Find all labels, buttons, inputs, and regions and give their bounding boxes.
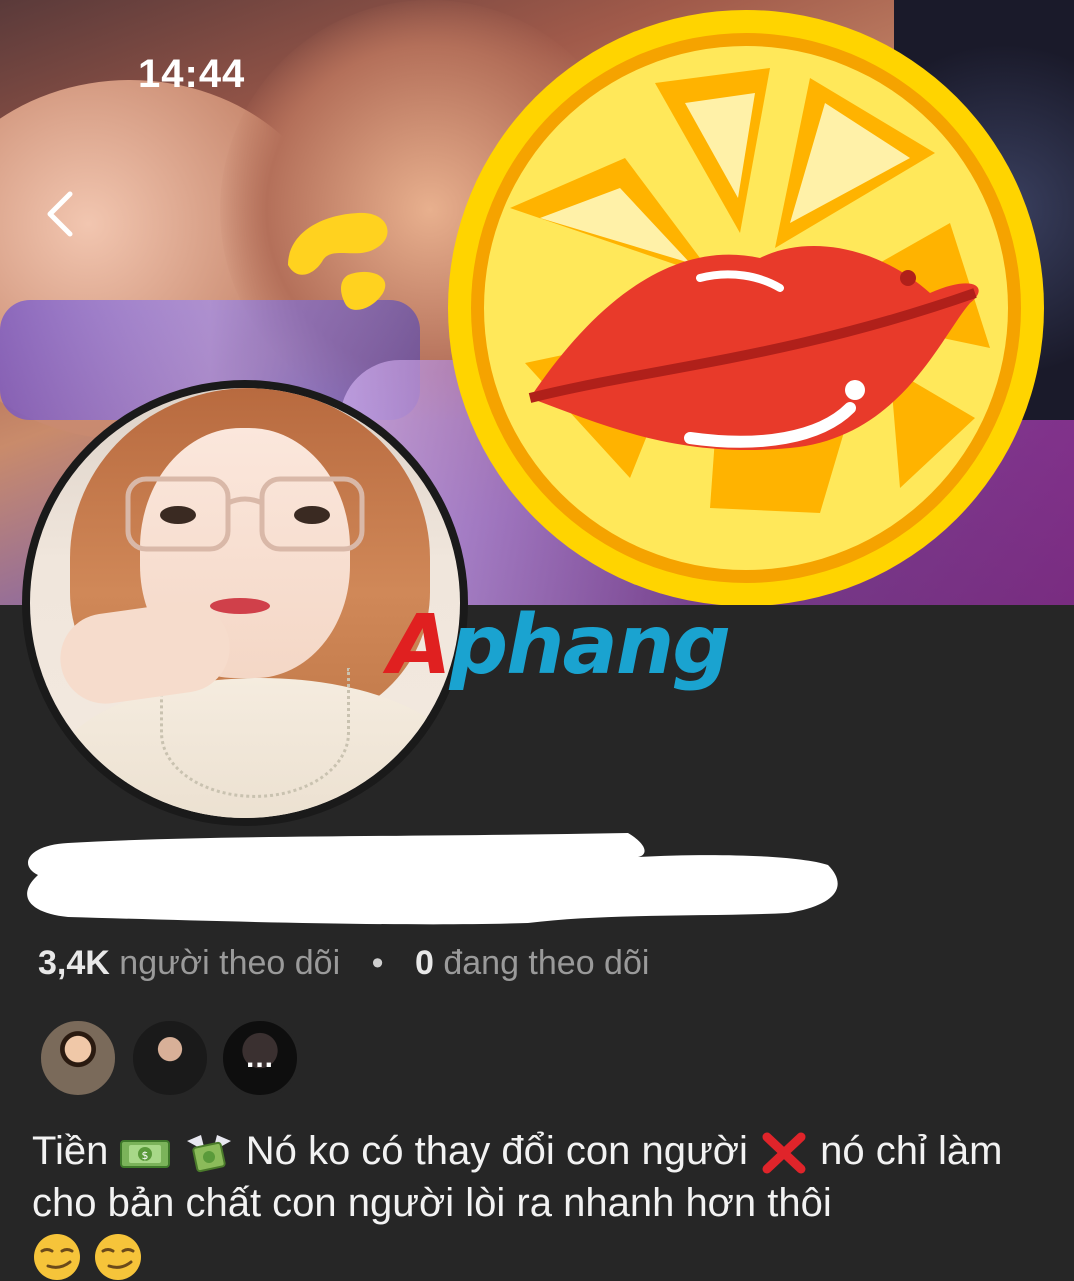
more-friends-indicator: ...	[245, 1041, 274, 1074]
friend-avatar-more[interactable]: ...	[220, 1018, 300, 1098]
watermark-rest: phang	[449, 598, 730, 693]
followers-label[interactable]: người theo dõi	[119, 944, 340, 982]
followers-count[interactable]: 3,4K	[38, 944, 110, 982]
friend-avatar[interactable]	[38, 1018, 118, 1098]
smirk-emoji-icon	[34, 1234, 80, 1281]
smirk-emoji-icon	[95, 1234, 142, 1281]
lemon-lips-logo-icon	[448, 10, 1044, 605]
svg-text:$: $	[142, 1149, 149, 1162]
money-icon: $	[120, 1140, 171, 1169]
yellow-drop-sticker-icon	[288, 212, 388, 310]
watermark-logo: Aphang	[388, 598, 731, 693]
avatar-lips	[210, 598, 270, 614]
profile-bio: Tiền $ Nó ko có thay đổi con người nó ch…	[32, 1125, 1042, 1281]
bio-text: Tiền	[32, 1129, 109, 1173]
following-count[interactable]: 0	[415, 944, 434, 982]
friend-avatar[interactable]	[130, 1018, 210, 1098]
stats-separator: •	[371, 944, 384, 982]
watermark-first: A	[388, 598, 451, 693]
status-bar-time: 14:44	[138, 52, 246, 96]
back-icon[interactable]	[38, 188, 82, 240]
red-x-icon	[762, 1132, 806, 1174]
bio-text: Nó ko có thay đổi con người	[245, 1129, 748, 1173]
money-wings-icon	[186, 1135, 231, 1173]
follow-stats: 3,4K người theo dõi • 0 đang theo dõi	[38, 944, 649, 983]
name-redaction	[27, 833, 838, 925]
avatar-glasses	[125, 476, 365, 552]
following-label[interactable]: đang theo dõi	[443, 944, 649, 982]
